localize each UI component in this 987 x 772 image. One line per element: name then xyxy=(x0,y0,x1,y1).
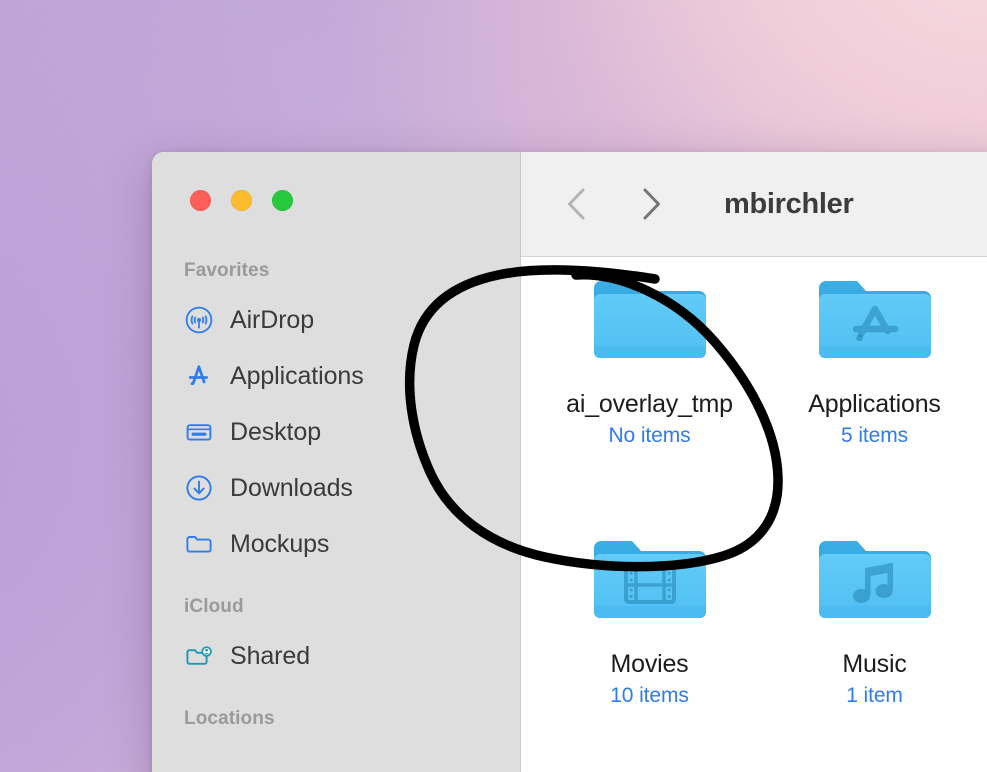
close-button[interactable] xyxy=(190,190,211,211)
folder-movies-icon xyxy=(588,532,712,634)
file-meta: No items xyxy=(608,424,690,448)
file-grid: ai_overlay_tmp No items xyxy=(521,257,987,772)
minimize-button[interactable] xyxy=(231,190,252,211)
forward-button[interactable] xyxy=(629,182,673,226)
page-title: mbirchler xyxy=(724,188,853,221)
sidebar-header-locations: Locations xyxy=(152,708,520,730)
sidebar-header-icloud: iCloud xyxy=(152,596,520,618)
sidebar-scroll-area[interactable]: Favorites AirDrop xyxy=(152,260,520,772)
sidebar-item-label: Shared xyxy=(230,642,310,671)
file-name: Applications xyxy=(808,390,940,419)
file-meta: 1 item xyxy=(846,684,903,708)
sidebar-item-airdrop[interactable]: AirDrop xyxy=(152,292,520,348)
sidebar-item-downloads[interactable]: Downloads xyxy=(152,460,520,516)
sidebar: Favorites AirDrop xyxy=(152,152,521,772)
sidebar-header-favorites: Favorites xyxy=(152,260,520,282)
file-item-music[interactable]: Music 1 item xyxy=(762,532,987,772)
file-name: ai_overlay_tmp xyxy=(566,390,733,419)
finder-window: Favorites AirDrop xyxy=(152,152,987,772)
shared-folder-icon xyxy=(184,641,214,671)
sidebar-group-locations: Locations xyxy=(152,708,520,730)
sidebar-group-favorites: Favorites AirDrop xyxy=(152,260,520,572)
desktop-icon xyxy=(184,417,214,447)
file-meta: 10 items xyxy=(610,684,689,708)
airdrop-icon xyxy=(184,305,214,335)
sidebar-item-label: Downloads xyxy=(230,474,353,503)
sidebar-item-mockups[interactable]: Mockups xyxy=(152,516,520,572)
download-icon xyxy=(184,473,214,503)
folder-plain-icon xyxy=(588,272,712,374)
sidebar-item-shared[interactable]: Shared xyxy=(152,628,520,684)
file-item-movies[interactable]: Movies 10 items xyxy=(537,532,762,772)
file-name: Music xyxy=(842,650,906,679)
file-item-applications[interactable]: Applications 5 items xyxy=(762,272,987,532)
sidebar-item-label: Desktop xyxy=(230,418,321,447)
folder-icon xyxy=(184,529,214,559)
sidebar-item-desktop[interactable]: Desktop xyxy=(152,404,520,460)
back-button[interactable] xyxy=(555,182,599,226)
sidebar-item-label: AirDrop xyxy=(230,306,314,335)
toolbar: mbirchler xyxy=(521,152,987,257)
maximize-button[interactable] xyxy=(272,190,293,211)
file-name: Movies xyxy=(611,650,689,679)
file-item-ai-overlay-tmp[interactable]: ai_overlay_tmp No items xyxy=(537,272,762,532)
sidebar-item-label: Applications xyxy=(230,362,364,391)
folder-music-icon xyxy=(813,532,937,634)
file-meta: 5 items xyxy=(841,424,908,448)
traffic-light-buttons xyxy=(190,190,293,211)
sidebar-item-label: Mockups xyxy=(230,530,329,559)
folder-apps-icon xyxy=(813,272,937,374)
sidebar-group-icloud: iCloud Shared xyxy=(152,596,520,684)
sidebar-item-applications[interactable]: Applications xyxy=(152,348,520,404)
main-pane: mbirchler xyxy=(521,152,987,772)
appstore-icon xyxy=(184,361,214,391)
